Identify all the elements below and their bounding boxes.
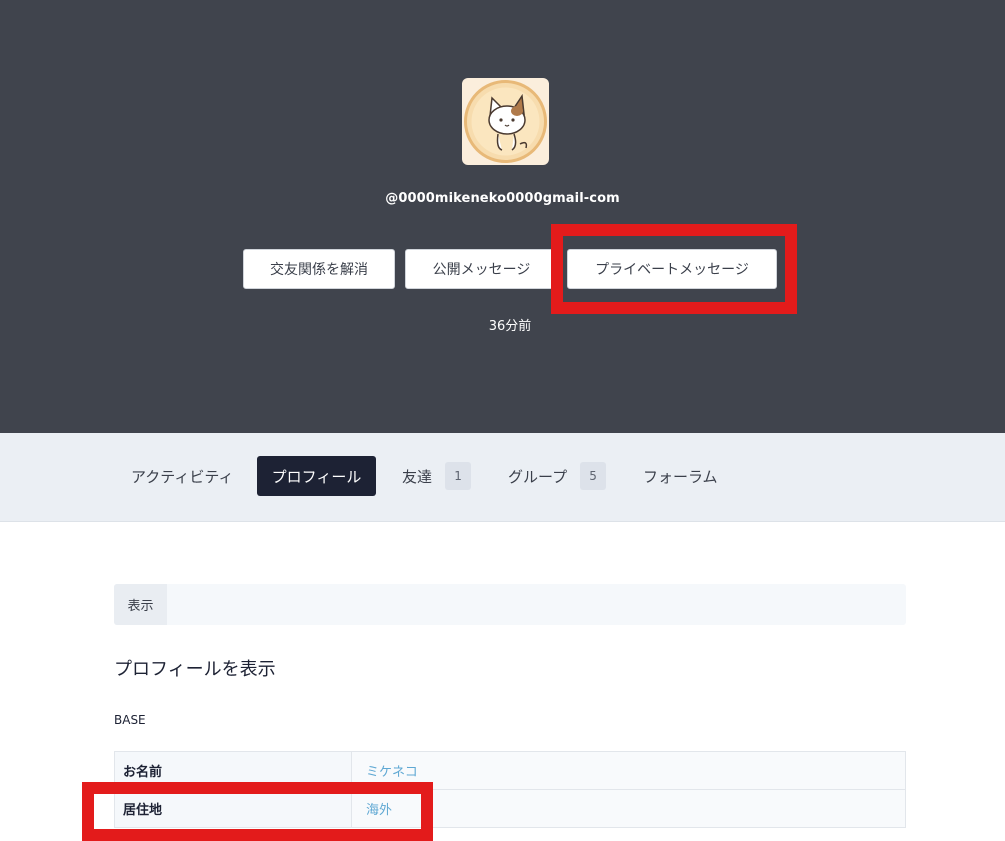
profile-tabs: アクティビティ プロフィール 友達 1 グループ 5 フォーラム	[0, 433, 1005, 522]
username: @0000mikeneko0000gmail-com	[385, 191, 620, 206]
tab-friends[interactable]: 友達 1	[402, 456, 472, 496]
tab-activity[interactable]: アクティビティ	[131, 456, 233, 496]
field-group-label: BASE	[114, 713, 146, 727]
tab-friends-label: 友達	[402, 467, 433, 486]
field-value-name[interactable]: ミケネコ	[351, 751, 906, 790]
tab-profile[interactable]: プロフィール	[257, 456, 376, 496]
tab-groups[interactable]: グループ 5	[508, 456, 607, 496]
friends-count-badge: 1	[445, 462, 472, 490]
avatar[interactable]	[462, 78, 549, 165]
public-message-button[interactable]: 公開メッセージ	[405, 249, 558, 289]
field-value-residence[interactable]: 海外	[351, 789, 906, 828]
cat-avatar-icon	[464, 80, 547, 163]
subnav-view[interactable]: 表示	[114, 584, 167, 625]
field-label-residence: 居住地	[114, 789, 352, 828]
private-message-button[interactable]: プライベートメッセージ	[567, 249, 777, 289]
unfriend-button[interactable]: 交友関係を解消	[243, 249, 395, 289]
table-row: お名前 ミケネコ	[114, 751, 906, 790]
table-row: 居住地 海外	[114, 789, 906, 828]
tab-groups-label: グループ	[508, 467, 568, 486]
field-label-name: お名前	[114, 751, 352, 790]
profile-subnav: 表示	[114, 584, 906, 625]
groups-count-badge: 5	[580, 462, 607, 490]
tab-forums[interactable]: フォーラム	[643, 456, 718, 496]
last-active-time: 36分前	[488, 319, 532, 334]
page-title: プロフィールを表示	[114, 659, 276, 680]
profile-header: @0000mikeneko0000gmail-com 交友関係を解消 公開メッセ…	[0, 0, 1005, 433]
profile-fields-table: お名前 ミケネコ 居住地 海外	[114, 751, 906, 828]
